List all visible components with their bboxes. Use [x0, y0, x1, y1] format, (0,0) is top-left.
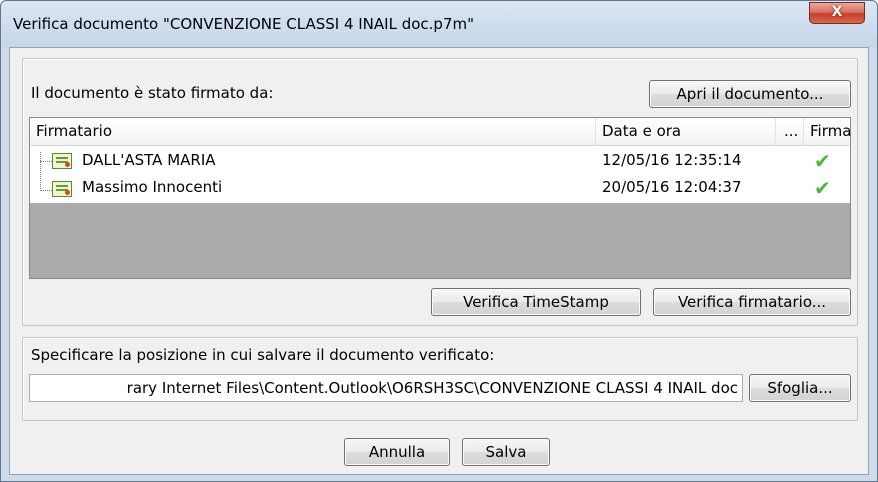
signature-date: 12/05/16 12:35:14	[602, 151, 742, 169]
signature-date: 20/05/16 12:04:37	[602, 178, 742, 196]
tree-branch	[40, 161, 52, 162]
verify-timestamp-button[interactable]: Verifica TimeStamp	[431, 288, 641, 316]
certificate-icon	[52, 153, 72, 169]
column-header-signature[interactable]: Firma	[804, 118, 851, 146]
dialog-body: Il documento è stato firmato da: Apri il…	[9, 47, 869, 475]
column-header-signer[interactable]: Firmatario	[30, 118, 596, 146]
check-icon: ✔	[814, 176, 831, 200]
table-header: Firmatario Data e ora ... Firma	[30, 118, 851, 146]
browse-button[interactable]: Sfoglia...	[749, 374, 851, 402]
save-location-label: Specificare la posizione in cui salvare …	[31, 346, 495, 364]
save-button[interactable]: Salva	[462, 438, 550, 466]
signers-group: Il documento è stato firmato da: Apri il…	[22, 58, 858, 326]
dialog-window: Verifica documento "CONVENZIONE CLASSI 4…	[0, 0, 878, 482]
column-header-date[interactable]: Data e ora	[596, 118, 776, 146]
signer-name: Massimo Innocenti	[82, 178, 223, 196]
save-path-input[interactable]: rary Internet Files\Content.Outlook\O6RS…	[29, 374, 743, 402]
check-icon: ✔	[814, 149, 831, 173]
title-bar[interactable]: Verifica documento "CONVENZIONE CLASSI 4…	[1, 1, 877, 47]
column-header-more[interactable]: ...	[776, 118, 804, 146]
save-path-value: rary Internet Files\Content.Outlook\O6RS…	[126, 379, 738, 397]
close-icon: X	[831, 4, 843, 20]
table-row[interactable]: Massimo Innocenti 20/05/16 12:04:37 ✔	[30, 174, 850, 202]
verify-signer-button[interactable]: Verifica firmatario...	[653, 288, 851, 316]
signers-table: Firmatario Data e ora ... Firma DALL'AST…	[29, 117, 851, 279]
save-location-group: Specificare la posizione in cui salvare …	[22, 337, 858, 421]
certificate-icon	[52, 181, 72, 197]
signer-name: DALL'ASTA MARIA	[82, 151, 216, 169]
table-row[interactable]: DALL'ASTA MARIA 12/05/16 12:35:14 ✔	[30, 147, 850, 175]
close-button[interactable]: X	[809, 2, 865, 24]
window-title: Verifica documento "CONVENZIONE CLASSI 4…	[13, 15, 475, 33]
cancel-button[interactable]: Annulla	[344, 438, 450, 466]
signers-label: Il documento è stato firmato da:	[31, 84, 274, 102]
tree-branch	[40, 190, 52, 191]
open-document-button[interactable]: Apri il documento...	[649, 80, 851, 108]
